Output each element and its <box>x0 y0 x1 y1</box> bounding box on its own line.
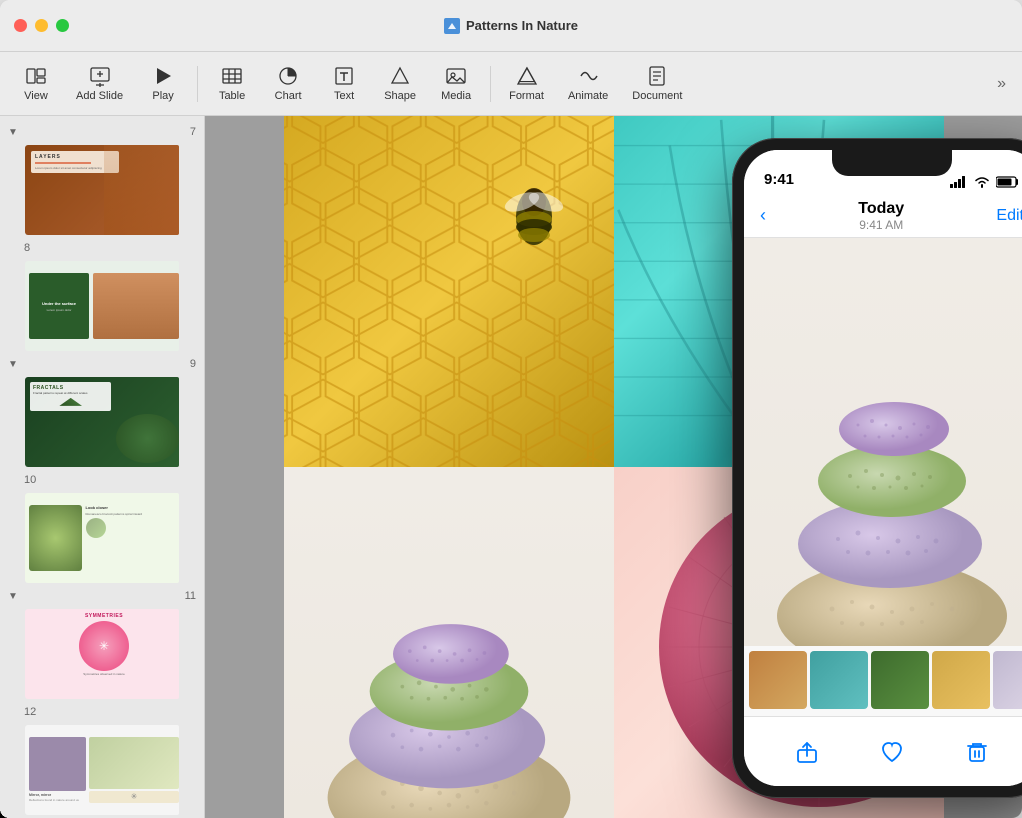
add-slide-icon <box>89 65 111 87</box>
toolbar-more-button[interactable]: » <box>991 69 1012 99</box>
share-button[interactable] <box>793 738 821 766</box>
slide-number-12: 12 <box>24 706 36 718</box>
text-icon <box>333 65 355 87</box>
slide-thumb-9[interactable]: FRACTALS Fractal patterns repeat at diff… <box>23 375 181 469</box>
phone-signal-icons <box>950 176 1020 188</box>
slide-header-9: ▼ 9 <box>0 356 204 372</box>
slide-group-11: ▼ 11 SYMMETRIES ✳ Symmetries observed in… <box>0 588 204 701</box>
collapse-icon-7[interactable]: ▼ <box>8 127 18 138</box>
phone-nav-title: Today <box>766 200 996 218</box>
slide-header-12: 12 <box>0 704 204 720</box>
slide-header-10: 10 <box>0 472 204 488</box>
phone-frame: 9:41 <box>732 138 1022 798</box>
slide-thumb-11[interactable]: SYMMETRIES ✳ Symmetries observed in natu… <box>23 607 181 701</box>
thumb-5[interactable] <box>993 651 1022 709</box>
signal-icon <box>950 176 968 188</box>
toolbar-format[interactable]: Format <box>499 59 554 108</box>
fullscreen-button[interactable] <box>56 19 69 32</box>
titlebar: Patterns In Nature <box>0 0 1022 52</box>
slide-group-7: ▼ 7 LAYERS Lorem ipsum dolor sit amet co… <box>0 124 204 237</box>
slide-preview-7: LAYERS Lorem ipsum dolor sit amet consec… <box>25 145 181 235</box>
slide-preview-8: Under the surface Lorem ipsum dolor <box>25 261 181 351</box>
thumb-1[interactable] <box>749 651 807 709</box>
grid-cell-bottom-left <box>284 467 614 818</box>
slide-thumb-12[interactable]: Mirror, mirror Reflections found in natu… <box>23 723 181 817</box>
slide-header-8: 8 <box>0 240 204 256</box>
phone-nav-bar: ‹ Today 9:41 AM Edit <box>744 194 1022 238</box>
phone-thumbnail-strip: 🌿 <box>744 646 1022 716</box>
phone-nav-center: Today 9:41 AM <box>766 200 996 232</box>
phone-action-toolbar <box>744 716 1022 786</box>
slide-group-12: 12 Mirror, mirror Reflections found in n… <box>0 704 204 817</box>
close-button[interactable] <box>14 19 27 32</box>
view-icon <box>25 65 47 87</box>
thumb-4[interactable] <box>932 651 990 709</box>
wifi-icon <box>974 176 990 188</box>
phone-time: 9:41 <box>764 171 794 188</box>
traffic-lights <box>0 19 69 32</box>
battery-icon <box>996 176 1020 188</box>
toolbar-text[interactable]: Text <box>318 59 370 108</box>
animate-icon <box>577 65 599 87</box>
toolbar-view[interactable]: View <box>10 59 62 108</box>
slide-preview-11: SYMMETRIES ✳ Symmetries observed in natu… <box>25 609 181 699</box>
media-icon <box>445 65 467 87</box>
toolbar-chart[interactable]: Chart <box>262 59 314 108</box>
slide-number-8: 8 <box>24 242 30 254</box>
slide-preview-12: Mirror, mirror Reflections found in natu… <box>25 725 181 815</box>
slide-thumb-8[interactable]: Under the surface Lorem ipsum dolor <box>23 259 181 353</box>
collapse-icon-11[interactable]: ▼ <box>8 591 18 602</box>
heart-button[interactable] <box>878 738 906 766</box>
play-icon <box>152 65 174 87</box>
slide-canvas-area: 9:41 <box>205 116 1022 818</box>
toolbar-shape[interactable]: Shape <box>374 59 426 108</box>
phone-device: 9:41 <box>732 138 1022 798</box>
phone-screen: 9:41 <box>744 150 1022 786</box>
phone-nav-subtitle: 9:41 AM <box>766 218 996 232</box>
slide-header-7: ▼ 7 <box>0 124 204 140</box>
document-icon <box>646 65 668 87</box>
slide-group-8: 8 Under the surface Lorem ipsum dolor <box>0 240 204 353</box>
toolbar-document[interactable]: Document <box>622 59 692 108</box>
table-icon <box>221 65 243 87</box>
slide-panel: ▼ 7 LAYERS Lorem ipsum dolor sit amet co… <box>0 116 205 818</box>
chart-icon <box>277 65 299 87</box>
slide-number-9: 9 <box>190 358 196 370</box>
toolbar-media[interactable]: Media <box>430 59 482 108</box>
toolbar-animate[interactable]: Animate <box>558 59 618 108</box>
thumb-3[interactable] <box>871 651 929 709</box>
format-icon <box>516 65 538 87</box>
toolbar-separator-1 <box>197 66 198 102</box>
shape-icon <box>389 65 411 87</box>
toolbar-add-slide[interactable]: Add Slide <box>66 59 133 108</box>
slide-number-10: 10 <box>24 474 36 486</box>
slide-header-11: ▼ 11 <box>0 588 204 604</box>
slide-thumb-7[interactable]: LAYERS Lorem ipsum dolor sit amet consec… <box>23 143 181 237</box>
slide-number-7: 7 <box>190 126 196 138</box>
trash-button[interactable] <box>963 738 991 766</box>
slide-number-11: 11 <box>185 590 196 602</box>
minimize-button[interactable] <box>35 19 48 32</box>
thumb-2[interactable] <box>810 651 868 709</box>
toolbar-play[interactable]: Play <box>137 59 189 108</box>
slide-preview-10: Look closer Romanesco broccoli patterns … <box>25 493 181 583</box>
slide-group-9: ▼ 9 FRACTALS Fractal patterns repeat at … <box>0 356 204 469</box>
window-title: Patterns In Nature <box>444 18 578 34</box>
phone-main-image <box>744 238 1022 646</box>
phone-notch <box>832 150 952 176</box>
toolbar-table[interactable]: Table <box>206 59 258 108</box>
slide-group-10: 10 Look closer Romanesco broccoli patter… <box>0 472 204 585</box>
main-area: ▼ 7 LAYERS Lorem ipsum dolor sit amet co… <box>0 116 1022 818</box>
slide-preview-9: FRACTALS Fractal patterns repeat at diff… <box>25 377 181 467</box>
toolbar: View Add Slide Play <box>0 52 1022 116</box>
app-window: Patterns In Nature View <box>0 0 1022 818</box>
phone-edit-button[interactable]: Edit <box>996 207 1022 225</box>
collapse-icon-9[interactable]: ▼ <box>8 359 18 370</box>
toolbar-separator-2 <box>490 66 491 102</box>
app-icon <box>444 18 460 34</box>
slide-thumb-10[interactable]: Look closer Romanesco broccoli patterns … <box>23 491 181 585</box>
grid-cell-top-left <box>284 116 614 467</box>
